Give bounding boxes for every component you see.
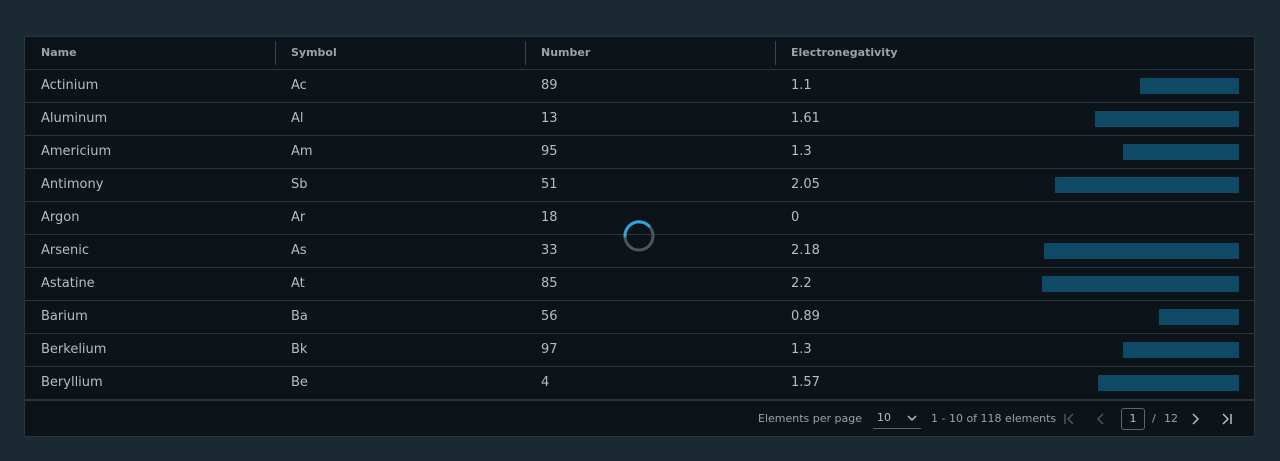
table-row[interactable]: Antimony Sb 51 2.05	[25, 169, 1254, 202]
data-grid: Name Symbol Number Electronegativity Act…	[24, 36, 1255, 437]
cell-name: Americium	[41, 144, 112, 159]
cell-electronegativity: 2.18	[791, 243, 820, 258]
cell-name: Actinium	[41, 78, 99, 93]
cell-electronegativity: 1.3	[791, 144, 812, 159]
per-page-select[interactable]: 10	[873, 409, 921, 429]
cell-symbol: Ba	[291, 309, 308, 324]
cell-symbol: Am	[291, 144, 313, 159]
column-header-symbol[interactable]: Symbol	[275, 37, 525, 69]
cell-number: 13	[541, 111, 558, 126]
cell-name: Argon	[41, 210, 80, 225]
cell-number: 18	[541, 210, 558, 225]
cell-electronegativity: 1.3	[791, 342, 812, 357]
cell-electronegativity: 2.2	[791, 276, 812, 291]
table-row[interactable]: Astatine At 85 2.2	[25, 268, 1254, 301]
cell-number: 89	[541, 78, 558, 93]
cell-electronegativity: 1.61	[791, 111, 820, 126]
cell-name: Aluminum	[41, 111, 108, 126]
cell-symbol: Bk	[291, 342, 308, 357]
cell-name: Antimony	[41, 177, 104, 192]
cell-symbol: As	[291, 243, 307, 258]
per-page-value: 10	[877, 411, 891, 424]
page-number-input[interactable]: 1	[1121, 408, 1145, 430]
page-separator: /	[1152, 412, 1156, 425]
cell-electronegativity: 1.57	[791, 375, 820, 390]
electronegativity-bar	[1123, 144, 1239, 160]
total-pages: 12	[1164, 412, 1178, 425]
electronegativity-bar	[1095, 111, 1239, 127]
table-row[interactable]: Actinium Ac 89 1.1	[25, 70, 1254, 103]
cell-symbol: Sb	[291, 177, 308, 192]
table-row[interactable]: Barium Ba 56 0.89	[25, 301, 1254, 334]
previous-page-icon[interactable]	[1092, 410, 1110, 428]
cell-name: Astatine	[41, 276, 95, 291]
electronegativity-bar	[1042, 276, 1239, 292]
next-page-icon[interactable]	[1186, 410, 1204, 428]
table-row[interactable]: Aluminum Al 13 1.61	[25, 103, 1254, 136]
cell-symbol: Ac	[291, 78, 307, 93]
table-row[interactable]: Berkelium Bk 97 1.3	[25, 334, 1254, 367]
cell-name: Beryllium	[41, 375, 103, 390]
cell-electronegativity: 0.89	[791, 309, 820, 324]
electronegativity-bar	[1159, 309, 1239, 325]
cell-number: 95	[541, 144, 558, 159]
cell-symbol: Be	[291, 375, 308, 390]
cell-electronegativity: 1.1	[791, 78, 812, 93]
cell-number: 33	[541, 243, 558, 258]
cell-number: 97	[541, 342, 558, 357]
cell-number: 85	[541, 276, 558, 291]
cell-name: Barium	[41, 309, 88, 324]
chevron-down-icon	[907, 415, 917, 422]
electronegativity-bar	[1044, 243, 1239, 259]
cell-number: 51	[541, 177, 558, 192]
cell-number: 56	[541, 309, 558, 324]
column-header-electronegativity[interactable]: Electronegativity	[775, 37, 1254, 69]
column-header-name[interactable]: Name	[25, 37, 275, 69]
first-page-icon[interactable]	[1060, 410, 1078, 428]
electronegativity-bar	[1140, 78, 1239, 94]
cell-electronegativity: 0	[791, 210, 800, 225]
electronegativity-bar	[1098, 375, 1239, 391]
cell-symbol: Ar	[291, 210, 306, 225]
cell-symbol: At	[291, 276, 305, 291]
table-row[interactable]: Beryllium Be 4 1.57	[25, 367, 1254, 400]
pagination-range: 1 - 10 of 118 elements	[931, 412, 1057, 425]
loading-spinner-icon	[623, 220, 655, 252]
cell-electronegativity: 2.05	[791, 177, 820, 192]
cell-symbol: Al	[291, 111, 304, 126]
electronegativity-bar	[1055, 177, 1239, 193]
cell-name: Arsenic	[41, 243, 90, 258]
column-header-number[interactable]: Number	[525, 37, 775, 69]
per-page-label: Elements per page	[758, 412, 863, 425]
table-row[interactable]: Americium Am 95 1.3	[25, 136, 1254, 169]
electronegativity-bar	[1123, 342, 1239, 358]
cell-number: 4	[541, 375, 550, 390]
cell-name: Berkelium	[41, 342, 107, 357]
grid-header: Name Symbol Number Electronegativity	[25, 37, 1254, 70]
grid-footer: Elements per page 10 1 - 10 of 118 eleme…	[25, 400, 1254, 436]
last-page-icon[interactable]	[1218, 410, 1236, 428]
